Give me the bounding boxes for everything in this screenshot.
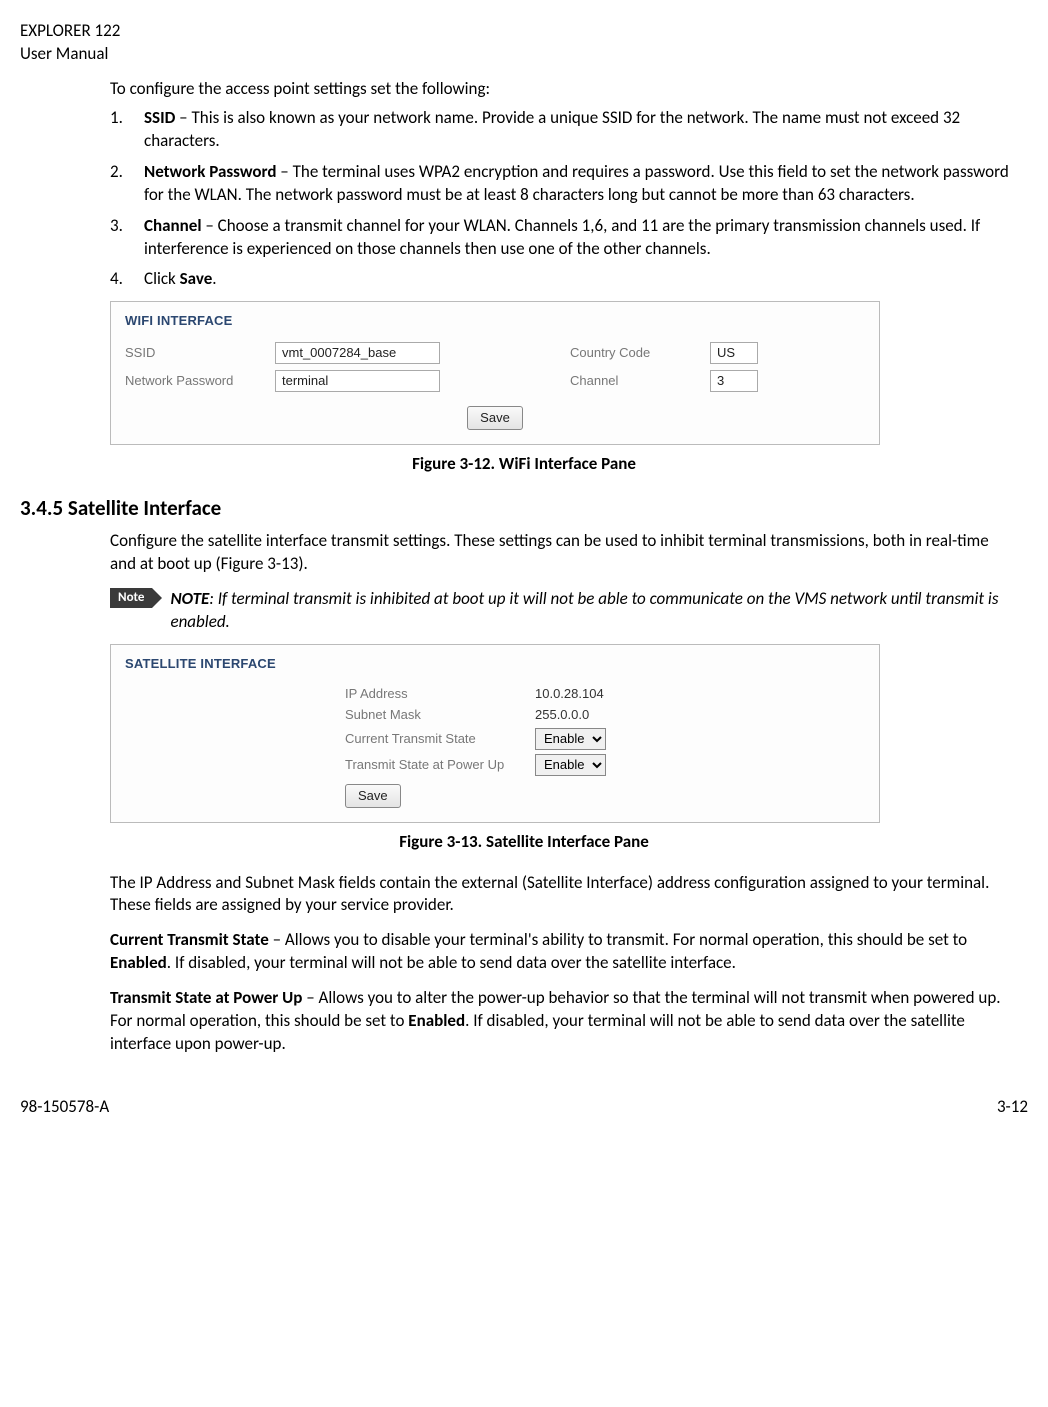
- step-1-bold: SSID: [144, 107, 175, 128]
- step-2-bold: Network Password: [144, 161, 276, 182]
- step-4-post: .: [212, 268, 216, 289]
- step-1-text: – This is also known as your network nam…: [144, 107, 960, 151]
- doc-header-1: EXPLORER 122: [20, 20, 1028, 43]
- wifi-panel-title: WIFI INTERFACE: [125, 312, 865, 330]
- note-block: Note NOTE: If terminal transmit is inhib…: [110, 588, 1018, 634]
- footer-right: 3-12: [997, 1096, 1028, 1119]
- section-3-4-5-heading: 3.4.5 Satellite Interface: [20, 494, 1028, 522]
- para3-bold: Transmit State at Power Up: [110, 987, 302, 1008]
- network-password-input[interactable]: [275, 370, 440, 392]
- doc-header-2: User Manual: [20, 43, 1028, 66]
- para2-bold2: Enabled: [110, 952, 167, 973]
- footer-left: 98-150578-A: [20, 1096, 109, 1119]
- section-title: Satellite Interface: [68, 495, 221, 521]
- subnet-mask-label: Subnet Mask: [345, 706, 535, 724]
- ssid-label: SSID: [125, 344, 275, 362]
- step-3-bold: Channel: [144, 215, 202, 236]
- page-footer: 98-150578-A 3-12: [20, 1096, 1028, 1119]
- para2-bold: Current Transmit State: [110, 929, 269, 950]
- country-code-label: Country Code: [570, 344, 710, 362]
- transmit-state-powerup-select[interactable]: Enable: [535, 754, 606, 776]
- sat-intro: Configure the satellite interface transm…: [110, 530, 1018, 576]
- satellite-interface-panel: SATELLITE INTERFACE IP Address 10.0.28.1…: [110, 644, 880, 823]
- note-tag: Note: [110, 588, 152, 608]
- step-4-bold: Save: [180, 268, 213, 289]
- channel-input[interactable]: [710, 370, 758, 392]
- country-code-input[interactable]: [710, 342, 758, 364]
- para-ip-subnet: The IP Address and Subnet Mask fields co…: [110, 872, 1018, 918]
- ip-address-value: 10.0.28.104: [535, 685, 715, 703]
- section-number: 3.4.5: [20, 495, 63, 521]
- ip-address-label: IP Address: [345, 685, 535, 703]
- para2-text1: – Allows you to disable your terminal's …: [269, 929, 967, 950]
- current-transmit-state-select[interactable]: Enable: [535, 728, 606, 750]
- subnet-mask-value: 255.0.0.0: [535, 706, 715, 724]
- para-transmit-powerup: Transmit State at Power Up – Allows you …: [110, 987, 1018, 1056]
- sat-panel-title: SATELLITE INTERFACE: [125, 655, 865, 673]
- step-3-text: – Choose a transmit channel for your WLA…: [144, 215, 980, 259]
- figure-3-12-caption: Figure 3-12. WiFi Interface Pane: [20, 453, 1028, 476]
- steps-list: SSID – This is also known as your networ…: [110, 107, 1018, 292]
- note-bold: NOTE: [170, 588, 209, 609]
- wifi-interface-panel: WIFI INTERFACE SSID Country Code Network…: [110, 301, 880, 445]
- intro-text: To configure the access point settings s…: [110, 78, 1018, 101]
- network-password-label: Network Password: [125, 372, 275, 390]
- figure-3-13-caption: Figure 3-13. Satellite Interface Pane: [20, 831, 1028, 854]
- para2-text2: . If disabled, your terminal will not be…: [167, 952, 736, 973]
- para-current-transmit: Current Transmit State – Allows you to d…: [110, 929, 1018, 975]
- transmit-state-powerup-label: Transmit State at Power Up: [345, 756, 535, 774]
- wifi-save-button[interactable]: Save: [467, 406, 523, 430]
- sat-save-button[interactable]: Save: [345, 784, 401, 808]
- para3-bold2: Enabled: [408, 1010, 465, 1031]
- step-4-pre: Click: [144, 268, 180, 289]
- current-transmit-state-label: Current Transmit State: [345, 730, 535, 748]
- note-text: : If terminal transmit is inhibited at b…: [170, 588, 998, 632]
- channel-label: Channel: [570, 372, 710, 390]
- ssid-input[interactable]: [275, 342, 440, 364]
